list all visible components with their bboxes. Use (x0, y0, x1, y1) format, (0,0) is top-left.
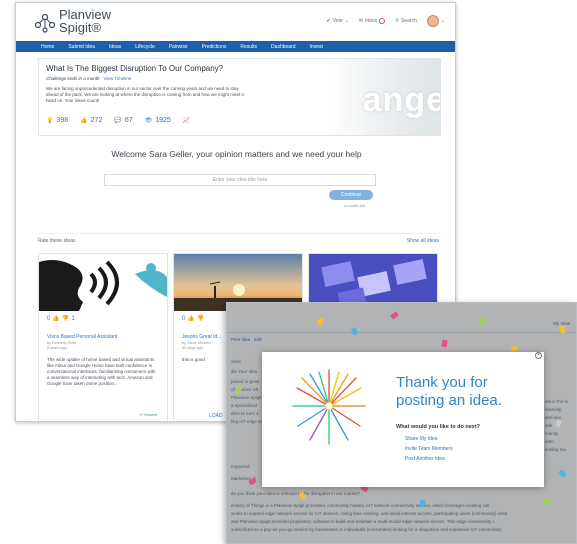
thumbs-up-icon[interactable]: 👍 (187, 315, 194, 322)
idea-author-name: by Kimberly Ruth (47, 341, 76, 345)
inbox-link[interactable]: ✉ Inbox (358, 18, 386, 24)
inbox-label: Inbox (365, 18, 378, 24)
main-nav: Home Submit Idea Ideas Lifecycle Pairwis… (16, 41, 455, 52)
time-left-text: a month left (344, 203, 365, 208)
idea-author: by Steve Mclaren 35 days ago (182, 341, 211, 351)
thumbs-up-icon[interactable]: 👍 (52, 315, 59, 322)
thumbs-down-icon[interactable]: 👎 (62, 315, 69, 322)
idea-description: The wide uptake of home based and virtua… (47, 357, 156, 386)
banner-text: ange (362, 81, 441, 119)
thank-you-modal: × Thank you for posting an idea. What wo… (262, 352, 544, 487)
nav-ideas[interactable]: Ideas (102, 44, 128, 50)
close-icon[interactable]: × (535, 352, 542, 359)
challenge-question-panel: ange What Is The Biggest Disruption To O… (38, 58, 441, 136)
votes-count: 272 (90, 117, 103, 124)
thumbs-down-icon[interactable]: 👎 (197, 315, 204, 322)
idea-date: 5 years ago (47, 346, 67, 350)
nav-dashboard[interactable]: Dashboard (264, 44, 302, 50)
challenge-description: We are facing unprecedented disruption i… (46, 86, 244, 103)
vote-menu[interactable]: ✔ Vote ⌄ (326, 18, 348, 24)
idea-status: ✔ Viewed (139, 412, 157, 417)
next-step-prompt: What would you like to do next? (396, 424, 481, 430)
inbox-badge (379, 18, 386, 24)
idea-card-image (39, 254, 167, 311)
avatar (426, 15, 439, 27)
nav-submit-idea[interactable]: Submit Idea (61, 44, 102, 50)
view-timeline-link[interactable]: View Timeline (104, 76, 132, 81)
nav-home[interactable]: Home (34, 44, 61, 50)
rate-ideas-label: Rate these ideas (38, 238, 76, 244)
planview-logo-icon (34, 13, 56, 33)
views-count: 1925 (155, 117, 171, 124)
downvote-count: 1 (71, 315, 75, 322)
fireworks-icon (292, 369, 366, 445)
continue-button[interactable]: Continue (329, 190, 373, 200)
brand-line-2: Spigit® (59, 20, 102, 35)
user-menu[interactable]: ⌄ (426, 15, 445, 27)
show-all-ideas-link[interactable]: Show all ideas (407, 238, 439, 244)
challenge-ends-text: Challenge ends in a month (46, 76, 100, 81)
idea-card[interactable]: 0 👍 👎 1 Voice Based Personal Assistant by K… (38, 253, 168, 421)
eye-icon: 👁 (144, 118, 153, 124)
vote-count: 0 (182, 315, 186, 322)
nav-results[interactable]: Results (233, 44, 264, 50)
idea-status-text: Viewed (143, 412, 157, 417)
chevron-down-icon: ⌄ (344, 18, 349, 24)
idea-title-link[interactable]: Jesons Great Id... (182, 334, 221, 340)
nav-pairwise[interactable]: Pairwise (162, 44, 195, 50)
idea-date: 35 days ago (182, 346, 203, 350)
idea-author-name: by Steve Mclaren (182, 341, 212, 345)
analytics-link[interactable]: 📈 (183, 117, 190, 124)
nav-lifecycle[interactable]: Lifecycle (128, 44, 161, 50)
idea-title-input[interactable]: Enter your idea title here (104, 174, 376, 186)
chevron-down-icon: ⌄ (440, 18, 445, 24)
nav-invest[interactable]: Invest (303, 44, 330, 50)
ideas-stat: 💡 398 (46, 117, 68, 124)
welcome-message: Welcome Sara Geller, your opinion matter… (111, 149, 362, 159)
rate-ideas-header: Rate these ideas Show all ideas (38, 233, 441, 244)
idea-title-link[interactable]: Voice Based Personal Assistant (47, 334, 117, 340)
voice-assistant-illustration (39, 254, 167, 311)
challenge-deadline: Challenge ends in a month View Timeline (46, 76, 131, 81)
inbox-icon: ✉ (358, 18, 364, 24)
site-header: Planview Spigit® ✔ Vote ⌄ ✉ Inbox ⚲ Search ⌄ (16, 3, 455, 41)
brand-name[interactable]: Planview Spigit® (59, 8, 111, 34)
vote-count: 0 (47, 315, 51, 322)
share-idea-link[interactable]: Share My Idea (405, 436, 438, 442)
composite-screenshot: Planview Spigit® ✔ Vote ⌄ ✉ Inbox ⚲ Search ⌄… (0, 0, 577, 544)
challenge-banner-image: ange (280, 59, 441, 135)
invite-team-members-link[interactable]: Invite Team Members (405, 446, 453, 452)
challenge-title: What Is The Biggest Disruption To Our Co… (46, 64, 224, 73)
vote-label: Vote (332, 18, 343, 24)
post-another-idea-link[interactable]: Post Another Idea (405, 456, 445, 462)
idea-author: by Kimberly Ruth 5 years ago (47, 341, 76, 351)
header-actions: ✔ Vote ⌄ ✉ Inbox ⚲ Search ⌄ (326, 15, 445, 27)
nav-predictions[interactable]: Predictions (195, 44, 234, 50)
comments-stat: 💬 67 (114, 117, 132, 124)
search-label: Search (400, 18, 417, 24)
chart-icon: 📈 (182, 118, 191, 124)
search-icon: ⚲ (395, 18, 399, 24)
challenge-stats: 💡 398 👍 272 💬 67 👁 1925 📈 (46, 117, 190, 124)
thank-you-heading: Thank you for posting an idea. (396, 374, 502, 409)
search-link[interactable]: ⚲ Search (395, 18, 417, 24)
comments-count: 67 (124, 117, 133, 124)
comment-icon: 💬 (114, 118, 122, 124)
thumbs-up-icon: 👍 (80, 118, 88, 124)
vote-icon: ✔ (326, 18, 331, 24)
load-more-link[interactable]: LOAD (209, 413, 223, 419)
views-stat: 👁 1925 (145, 117, 171, 124)
votes-stat: 👍 272 (80, 117, 102, 124)
lightbulb-icon: 💡 (46, 118, 54, 124)
ideas-count: 398 (56, 117, 69, 124)
idea-votes: 0 👍 👎 1 (47, 315, 75, 323)
idea-votes: 0 👍 👎 (182, 315, 204, 323)
